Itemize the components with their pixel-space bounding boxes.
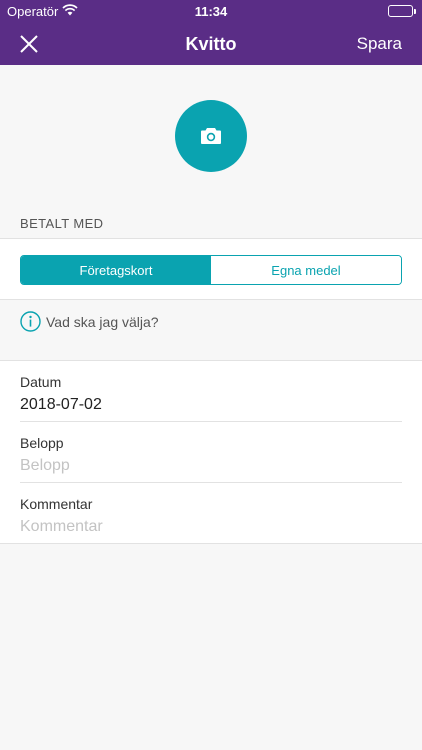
comment-field: Kommentar <box>20 483 402 544</box>
navigation-bar: Kvitto Spara <box>0 22 422 65</box>
receipt-photo-area <box>0 65 422 205</box>
top-bar: Operatör 11:34 Kvitto Spara <box>0 0 422 65</box>
battery-icon <box>388 5 416 17</box>
payment-method-control: Företagskort Egna medel <box>20 255 402 285</box>
payment-section-header: BETALT MED <box>20 216 104 231</box>
amount-input[interactable] <box>20 455 402 477</box>
help-text: Vad ska jag välja? <box>46 313 159 330</box>
date-input[interactable] <box>20 394 402 416</box>
comment-label: Kommentar <box>20 496 93 512</box>
date-label: Datum <box>20 374 62 390</box>
comment-input[interactable] <box>20 516 402 538</box>
info-icon <box>20 311 41 332</box>
add-photo-button[interactable] <box>175 100 247 172</box>
payment-method-section: Företagskort Egna medel <box>0 238 422 300</box>
save-button[interactable]: Spara <box>357 34 402 54</box>
amount-field: Belopp <box>20 422 402 483</box>
camera-icon <box>201 128 221 144</box>
receipt-form: Datum Belopp Kommentar <box>0 360 422 544</box>
help-link[interactable]: Vad ska jag välja? <box>20 311 159 332</box>
segment-own-funds[interactable]: Egna medel <box>211 256 401 284</box>
status-bar: Operatör 11:34 <box>0 0 422 22</box>
status-time: 11:34 <box>194 4 228 19</box>
amount-label: Belopp <box>20 435 64 451</box>
segment-company-card[interactable]: Företagskort <box>21 256 211 284</box>
date-field: Datum <box>20 361 402 422</box>
